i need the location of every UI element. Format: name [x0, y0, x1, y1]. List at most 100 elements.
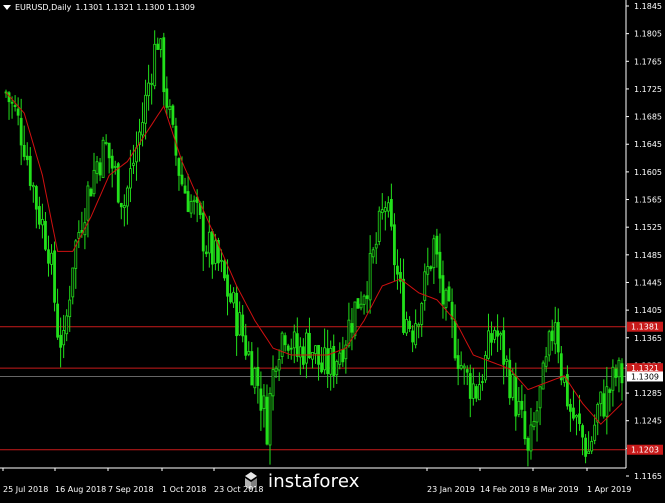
- candle-body: [125, 187, 129, 207]
- candle-body: [477, 384, 481, 401]
- candle-body: [341, 349, 345, 363]
- candle-body: [523, 411, 527, 440]
- candle-body: [332, 345, 336, 377]
- candle-body: [383, 207, 387, 212]
- candle-body: [28, 155, 32, 186]
- candle-body: [444, 289, 448, 308]
- candle-body: [132, 162, 135, 166]
- candle-body: [587, 450, 591, 454]
- candle-body: [584, 437, 587, 457]
- candle-body: [289, 347, 293, 350]
- candle-body: [62, 330, 66, 346]
- candle-body: [107, 142, 111, 159]
- candle-body: [207, 231, 211, 254]
- candle-body: [417, 324, 421, 327]
- candle-body: [402, 278, 405, 333]
- time-tick-label: 25 Jul 2018: [3, 485, 48, 494]
- candle-body: [520, 400, 524, 410]
- candle-body: [614, 368, 618, 378]
- candle-body: [365, 295, 369, 299]
- candle-body: [620, 363, 624, 384]
- candle-body: [147, 82, 151, 97]
- candle-body: [295, 333, 299, 357]
- candle-body: [323, 347, 327, 371]
- candle-body: [204, 251, 208, 255]
- candle-body: [326, 348, 330, 375]
- candle-body: [162, 37, 166, 93]
- candle-body: [262, 395, 266, 409]
- candle-body: [338, 352, 342, 365]
- price-tick-label: 1.1485: [634, 251, 662, 260]
- candle-body: [550, 330, 554, 342]
- candle-body: [274, 367, 278, 372]
- candle-body: [329, 348, 333, 375]
- candle-body: [459, 365, 463, 369]
- instaforex-logo-icon: [245, 472, 257, 490]
- candle-body: [374, 243, 378, 249]
- candle-body: [353, 301, 357, 337]
- candle-body: [47, 249, 50, 264]
- candle-body: [247, 351, 251, 355]
- candle-body: [95, 161, 99, 174]
- candle-body: [535, 410, 539, 423]
- candle-body: [308, 332, 311, 359]
- candle-body: [98, 162, 102, 176]
- candle-body: [335, 361, 339, 376]
- candle-body: [89, 188, 93, 197]
- price-tick-label: 1.1645: [634, 140, 662, 149]
- candle-body: [581, 425, 584, 438]
- candle-body: [468, 373, 472, 399]
- candle-body: [362, 295, 366, 305]
- candle-body: [68, 299, 72, 318]
- candle-body: [311, 351, 314, 360]
- candle-body: [456, 355, 460, 369]
- price-tick-label: 1.1685: [634, 113, 662, 122]
- candle-body: [432, 238, 436, 269]
- candle-body: [517, 400, 521, 415]
- current-price-label: 1.1309: [631, 372, 659, 381]
- candle-body: [65, 315, 69, 335]
- candle-body: [314, 345, 317, 355]
- time-tick-label: 14 Feb 2019: [480, 485, 530, 494]
- candle-body: [502, 330, 506, 365]
- candle-body: [544, 356, 548, 367]
- dropdown-triangle-icon[interactable]: [3, 5, 11, 10]
- candle-body: [171, 105, 175, 125]
- candle-body: [599, 391, 603, 405]
- candle-body: [453, 320, 457, 359]
- candle-body: [590, 441, 594, 452]
- candle-body: [496, 330, 499, 337]
- symbol-timeframe-label: EURUSD,Daily: [15, 3, 72, 12]
- candle-body: [320, 362, 323, 373]
- candle-body: [608, 389, 612, 393]
- time-tick-label: 16 Aug 2018: [55, 485, 106, 494]
- candle-body: [192, 199, 196, 202]
- price-tick-label: 1.1605: [634, 168, 662, 177]
- candle-body: [389, 199, 393, 227]
- candle-body: [10, 101, 14, 104]
- candle-body: [380, 209, 384, 214]
- candle-body: [547, 331, 551, 356]
- candle-body: [386, 202, 390, 212]
- candle-body: [241, 314, 245, 337]
- candle-body: [59, 334, 63, 348]
- candle-body: [408, 320, 411, 329]
- candle-body: [56, 303, 59, 338]
- price-chart[interactable]: 1.1845 1.1805 1.1765 1.1725 1.1685 1.1645 1.16…: [0, 0, 665, 499]
- price-tick-label: 1.1245: [634, 417, 662, 426]
- candle-body: [13, 105, 17, 108]
- candle-body: [350, 323, 354, 333]
- candle-body: [578, 413, 581, 425]
- candle-body: [423, 271, 427, 301]
- candle-body: [50, 252, 53, 265]
- candle-body: [101, 139, 105, 178]
- candle-body: [34, 186, 38, 210]
- candle-body: [377, 210, 381, 242]
- time-tick-label: 23 Jan 2019: [427, 485, 475, 494]
- candle-body: [213, 240, 217, 264]
- candle-body: [441, 275, 445, 305]
- candle-body: [559, 353, 563, 381]
- ohlc-values: 1.1301 1.1321 1.1300 1.1309: [75, 3, 195, 12]
- candle-body: [280, 332, 284, 357]
- chart-canvas[interactable]: 1.1845 1.1805 1.1765 1.1725 1.1685 1.1645 1.16…: [0, 0, 665, 499]
